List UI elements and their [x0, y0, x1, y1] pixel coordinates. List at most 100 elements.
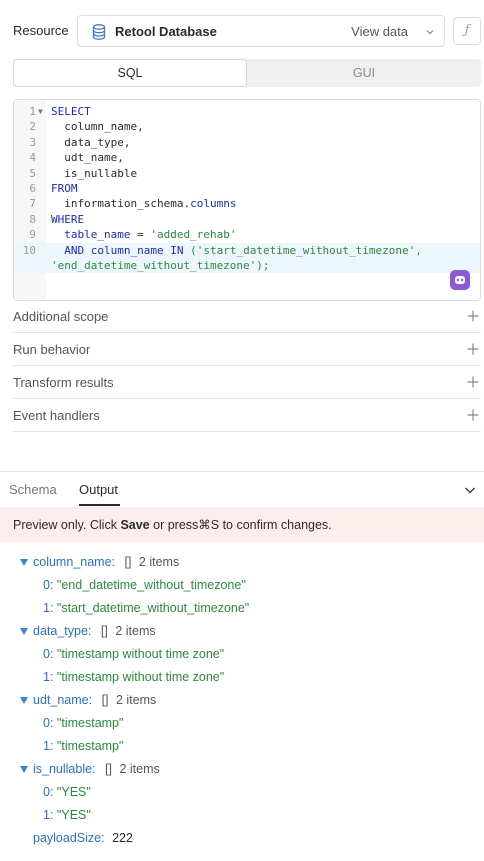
code-token: SELECT — [51, 105, 91, 118]
section-transform-results[interactable]: Transform results — [13, 366, 481, 399]
code-token: is_nullable — [64, 166, 138, 180]
expand-triangle-icon[interactable] — [20, 559, 28, 566]
resource-select[interactable]: Retool Database View data — [77, 15, 445, 47]
code-token: FROM — [51, 181, 78, 195]
tree-group[interactable]: is_nullable: [] 2 items — [20, 759, 160, 779]
code-line: 6 FROM — [14, 181, 480, 196]
ai-assist-button[interactable] — [450, 270, 470, 290]
code-line: 8 WHERE — [14, 212, 480, 227]
code-token: 'end_datetime_without_timezone'); — [51, 258, 270, 272]
resource-name: Retool Database — [115, 24, 217, 39]
code-line: 7 information_schema.columns — [14, 196, 480, 211]
tree-key: payloadSize: — [33, 831, 105, 845]
section-label: Run behavior — [13, 342, 91, 357]
code-token: 'added_rehab' — [150, 228, 237, 242]
line-number: 2 — [29, 120, 36, 134]
tree-payload-size: payloadSize: 222 — [33, 828, 133, 848]
tree-item: 0: "timestamp" — [43, 713, 123, 733]
tab-sql[interactable]: SQL — [13, 59, 247, 87]
code-token: = — [137, 228, 144, 242]
tree-value: "timestamp" — [56, 716, 124, 730]
plus-icon[interactable] — [467, 409, 479, 421]
expand-triangle-icon[interactable] — [20, 697, 28, 704]
tree-count: 2 items — [119, 762, 160, 776]
expand-triangle-icon[interactable] — [20, 628, 28, 635]
tree-value: "timestamp without time zone" — [56, 647, 225, 661]
chevron-down-icon[interactable] — [425, 27, 435, 37]
section-label: Transform results — [13, 375, 114, 390]
tree-item: 1: "YES" — [43, 805, 91, 825]
code-token: udt_name, — [64, 151, 124, 165]
tree-brackets: [] — [100, 624, 108, 638]
fx-icon: ƒ — [464, 23, 470, 38]
tree-key: is_nullable: — [33, 762, 96, 776]
tab-output[interactable]: Output — [79, 482, 118, 497]
code-token: data_type, — [64, 135, 131, 149]
active-tab-indicator — [79, 504, 120, 506]
tree-group[interactable]: udt_name: [] 2 items — [20, 690, 156, 710]
code-token: IN — [170, 243, 184, 257]
expand-triangle-icon[interactable] — [20, 766, 28, 773]
code-token: information_schema. — [64, 197, 191, 211]
tree-count: 2 items — [138, 555, 180, 569]
tree-group[interactable]: data_type: [] 2 items — [20, 621, 156, 641]
code-line: 4 udt_name, — [14, 150, 480, 165]
collapse-chevron-icon[interactable] — [464, 484, 476, 496]
tree-group[interactable]: column_name: [] 2 items — [20, 552, 179, 572]
database-icon — [92, 24, 106, 40]
preview-prefix: Preview only. Click — [13, 518, 121, 532]
tree-value: 222 — [112, 831, 133, 845]
results-tabs: Schema Output — [0, 471, 484, 507]
tree-value: "YES" — [56, 785, 91, 799]
plus-icon[interactable] — [467, 310, 479, 322]
tree-item: 0: "timestamp without time zone" — [43, 644, 224, 664]
tree-index: 0: — [43, 716, 54, 730]
code-line-wrap: 'end_datetime_without_timezone'); — [14, 257, 480, 274]
tab-schema[interactable]: Schema — [9, 482, 57, 497]
line-number: 7 — [29, 197, 36, 211]
sql-editor[interactable]: 1 ▼ SELECT 2 column_name, 3 data_type, 4 u… — [13, 99, 481, 301]
tree-index: 0: — [43, 785, 54, 799]
code-token: table_name — [64, 228, 131, 242]
code-token: ('start_datetime_without_timezone', — [190, 243, 422, 257]
line-number: 8 — [29, 212, 36, 226]
tree-item: 1: "timestamp without time zone" — [43, 667, 224, 687]
preview-banner: Preview only. Click Save or press⌘S to c… — [0, 507, 484, 542]
line-number: 6 — [29, 181, 36, 195]
section-additional-scope[interactable]: Additional scope — [13, 300, 481, 333]
plus-icon[interactable] — [467, 343, 479, 355]
tree-brackets: [] — [105, 762, 112, 776]
code-token: columns — [190, 197, 237, 211]
tree-count: 2 items — [116, 693, 157, 707]
tree-index: 1: — [43, 601, 54, 615]
mode-toggle: SQL GUI — [13, 59, 481, 87]
plus-icon[interactable] — [467, 376, 479, 388]
tree-value: "end_datetime_without_timezone" — [56, 578, 246, 592]
preview-save: Save — [120, 518, 150, 532]
section-label: Additional scope — [13, 309, 109, 324]
preview-suffix: or press⌘S to confirm changes. — [149, 518, 332, 532]
code-token: column_name, — [64, 120, 144, 134]
section-run-behavior[interactable]: Run behavior — [13, 333, 481, 366]
code-line: 10 AND column_name IN ('start_datetime_w… — [14, 242, 480, 258]
tree-index: 1: — [43, 739, 54, 753]
code-line: 2 column_name, — [14, 119, 480, 134]
tree-item: 1: "start_datetime_without_timezone" — [43, 598, 249, 618]
line-number: 10 — [22, 243, 36, 257]
line-number: 5 — [29, 166, 36, 180]
fold-icon[interactable]: ▼ — [38, 104, 43, 119]
ai-assist-icon — [455, 276, 465, 284]
code-token: WHERE — [51, 212, 85, 226]
fx-button[interactable]: ƒ — [453, 17, 481, 45]
line-number: 4 — [29, 151, 36, 165]
view-data-link[interactable]: View data — [351, 24, 408, 39]
tab-gui[interactable]: GUI — [247, 59, 481, 87]
tree-item: 1: "timestamp" — [43, 736, 123, 756]
tree-brackets: [] — [124, 555, 132, 569]
tree-index: 1: — [43, 808, 54, 822]
tree-brackets: [] — [101, 693, 109, 707]
line-number: 3 — [29, 135, 36, 149]
resource-row: Resource Retool Database View data ƒ — [13, 15, 481, 47]
code-line: 1 ▼ SELECT — [14, 104, 480, 119]
section-event-handlers[interactable]: Event handlers — [13, 399, 481, 432]
